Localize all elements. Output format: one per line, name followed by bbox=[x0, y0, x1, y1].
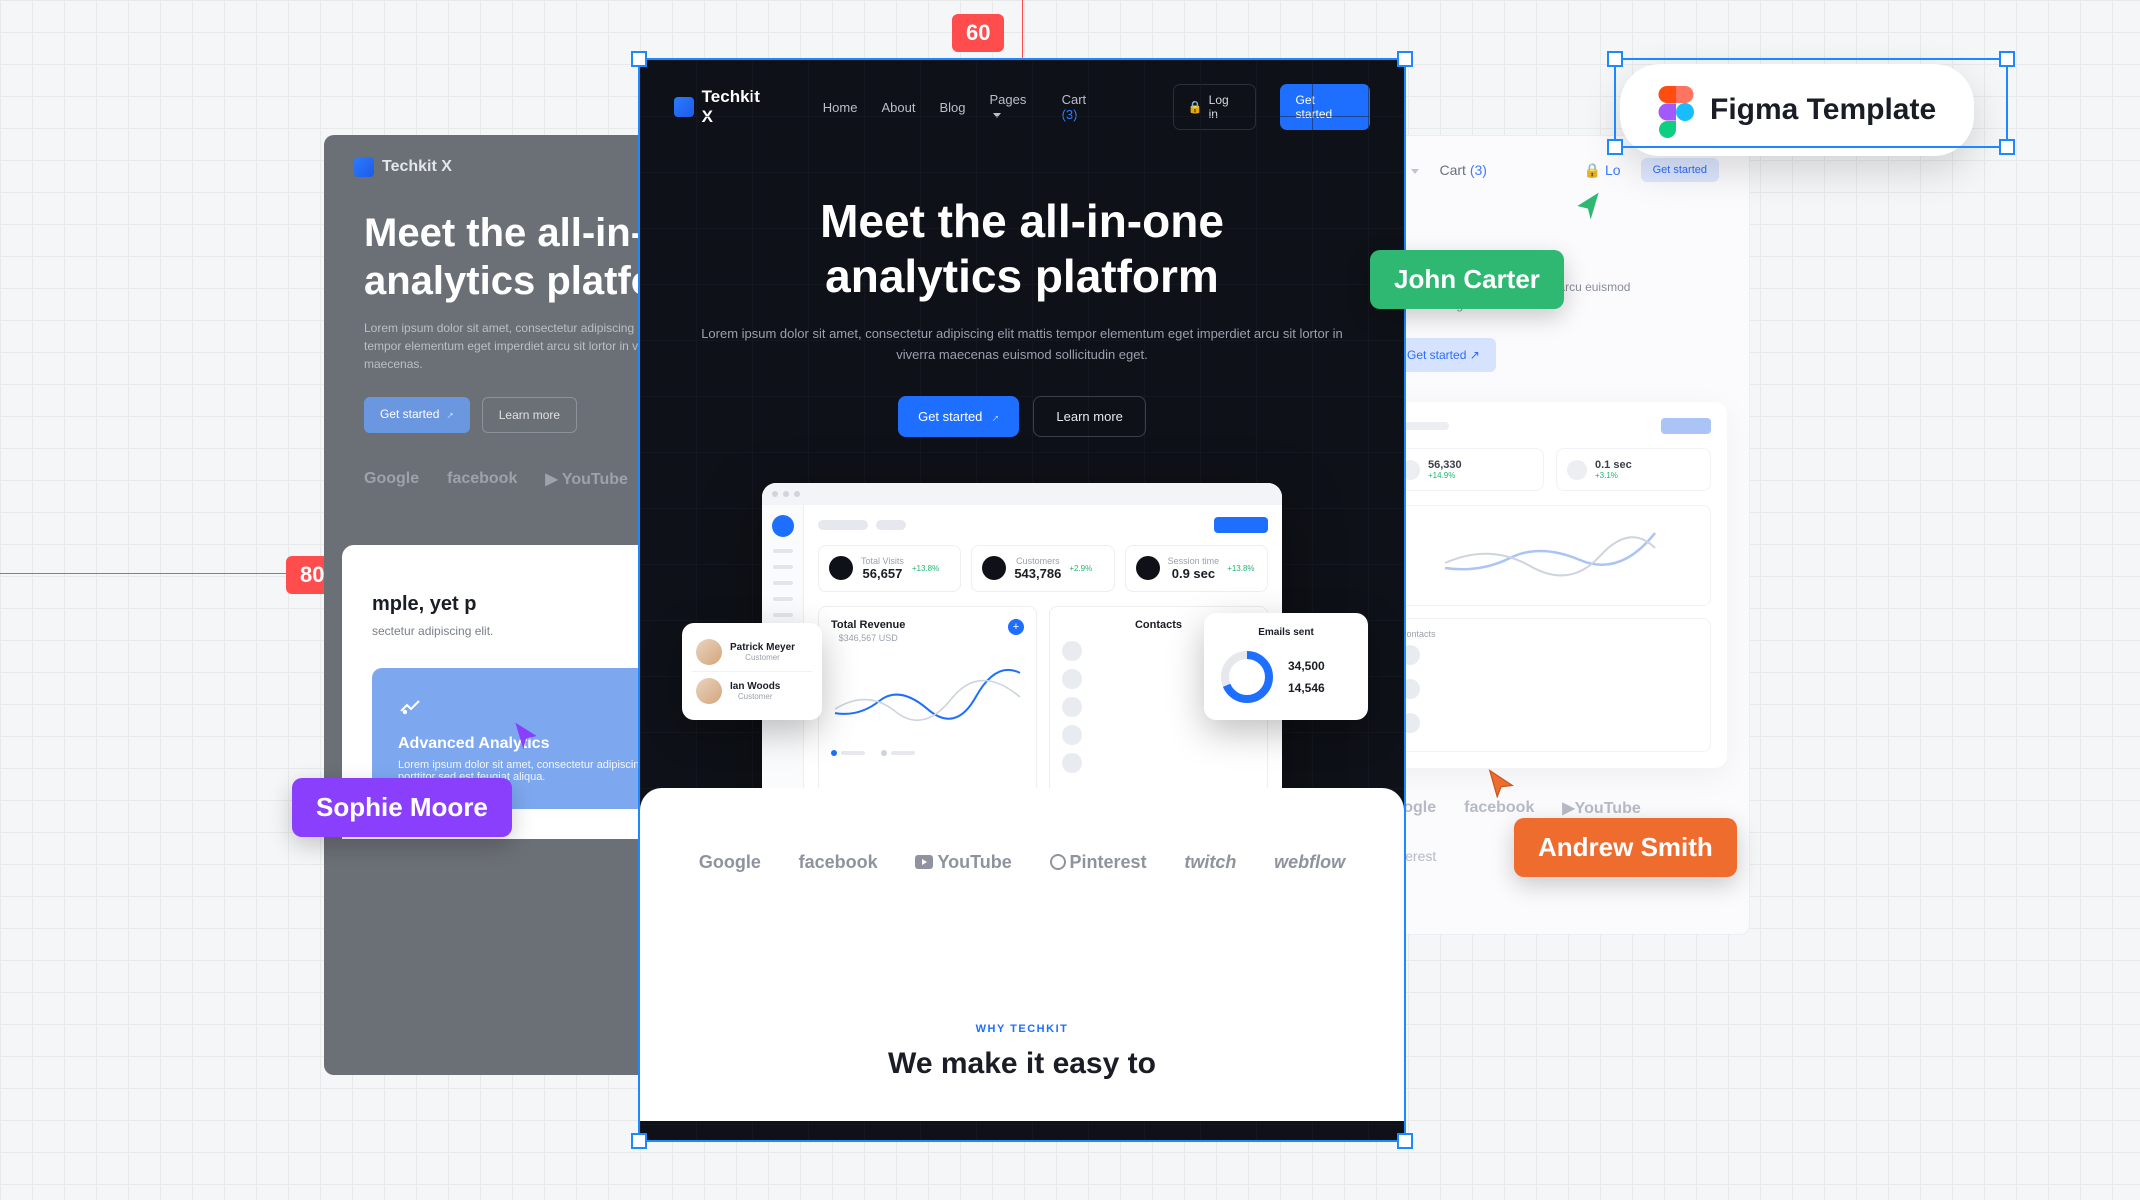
chart-card bbox=[1389, 505, 1711, 606]
stat-change: +3.1% bbox=[1595, 471, 1632, 480]
chevron-down-icon bbox=[1411, 169, 1419, 174]
login-link[interactable]: 🔒 Lo bbox=[1584, 162, 1621, 179]
measure-top: 60 bbox=[952, 14, 1004, 52]
brand: Techkit X bbox=[354, 157, 452, 177]
resize-handle-tr[interactable] bbox=[1397, 51, 1413, 67]
resize-handle-bl[interactable] bbox=[631, 1133, 647, 1149]
stat-change: +14.9% bbox=[1428, 471, 1462, 480]
cursor-sophie bbox=[510, 720, 542, 752]
stat-value: 0.1 sec bbox=[1595, 459, 1632, 471]
guide-vertical bbox=[1022, 0, 1023, 60]
cursor-john bbox=[1572, 190, 1604, 222]
resize-handle-tl[interactable] bbox=[1607, 51, 1623, 67]
nav-cart[interactable]: Cart (3) bbox=[1439, 162, 1486, 178]
logo-icon bbox=[354, 157, 374, 177]
user-badge-john: John Carter bbox=[1370, 250, 1564, 309]
line-chart bbox=[1402, 518, 1698, 588]
resize-handle-tr[interactable] bbox=[1999, 51, 2015, 67]
stat-value: 56,330 bbox=[1428, 459, 1462, 471]
resize-handle-br[interactable] bbox=[1999, 139, 2015, 155]
resize-handle-tl[interactable] bbox=[631, 51, 647, 67]
cursor-andrew bbox=[1486, 768, 1516, 798]
logo-facebook: facebook bbox=[1464, 799, 1534, 817]
logo-google: Google bbox=[364, 470, 419, 488]
analytics-icon bbox=[398, 694, 422, 718]
cta-primary[interactable]: Get started ↗ bbox=[1391, 338, 1496, 372]
cta-secondary[interactable]: Learn more bbox=[482, 397, 577, 433]
arrow-icon bbox=[439, 405, 457, 423]
stat-icon bbox=[1567, 460, 1587, 480]
user-badge-andrew: Andrew Smith bbox=[1514, 818, 1737, 877]
contacts-card: Contacts bbox=[1389, 618, 1711, 752]
cta-primary[interactable]: Get started bbox=[364, 397, 470, 433]
logo-youtube: ▶YouTube bbox=[1562, 798, 1640, 818]
resize-handle-bl[interactable] bbox=[1607, 139, 1623, 155]
logo-facebook: facebook bbox=[447, 470, 517, 488]
get-started[interactable]: Get started bbox=[1641, 158, 1719, 182]
logo-youtube: ▶ YouTube bbox=[545, 469, 628, 489]
brand-text: Techkit X bbox=[382, 158, 452, 176]
stat-card: 56,330+14.9% bbox=[1389, 448, 1544, 491]
dashboard-light: 56,330+14.9% 0.1 sec+3.1% Contacts bbox=[1373, 402, 1727, 768]
blue-bar bbox=[1661, 418, 1711, 434]
selection-box[interactable] bbox=[638, 58, 1406, 1142]
resize-handle-br[interactable] bbox=[1397, 1133, 1413, 1149]
figma-selection[interactable] bbox=[1614, 58, 2008, 148]
stat-card: 0.1 sec+3.1% bbox=[1556, 448, 1711, 491]
user-badge-sophie: Sophie Moore bbox=[292, 778, 512, 837]
